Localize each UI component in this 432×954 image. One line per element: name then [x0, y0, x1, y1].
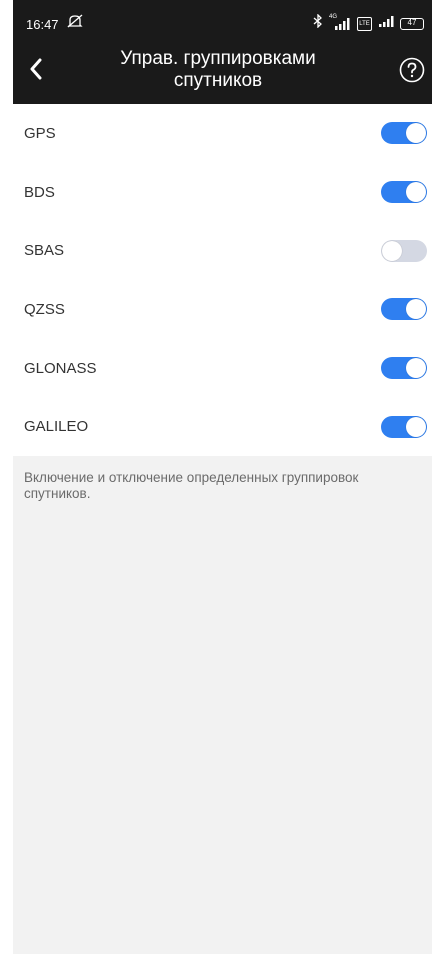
help-button[interactable] — [398, 57, 426, 88]
battery-level: 47 — [407, 17, 417, 27]
screen: 16:47 4G LTE 47 Управ. группировками спу… — [13, 0, 432, 954]
help-note: Включение и отключение определенных груп… — [24, 470, 359, 501]
toggle-switch[interactable] — [381, 122, 427, 145]
toggle-knob — [406, 182, 426, 203]
list-item-label: GLONASS — [24, 359, 97, 377]
toggle-switch[interactable] — [381, 357, 427, 380]
constellation-list: GPS BDS SBAS QZSS GLONASS GALILEO — [13, 104, 432, 457]
signal-icon: 4G — [329, 14, 351, 31]
list-item-gps: GPS — [13, 104, 432, 163]
toggle-knob — [406, 416, 426, 437]
toggle-knob — [382, 240, 402, 261]
list-item-qzss: QZSS — [13, 280, 432, 339]
battery-icon: 47 — [400, 17, 424, 30]
signal-icon — [378, 14, 394, 33]
chevron-left-icon — [29, 58, 43, 85]
list-item-label: BDS — [24, 183, 55, 201]
toggle-knob — [406, 123, 426, 144]
back-button[interactable] — [21, 56, 51, 86]
list-item-glonass: GLONASS — [13, 339, 432, 398]
status-icons: 4G LTE 47 — [313, 13, 424, 33]
list-item-label: QZSS — [24, 300, 65, 318]
question-circle-icon — [399, 57, 425, 88]
status-time: 16:47 — [26, 17, 59, 32]
toggle-switch[interactable] — [381, 415, 427, 438]
toggle-switch[interactable] — [381, 298, 427, 321]
list-item-label: GALILEO — [24, 418, 89, 436]
lte-icon: LTE — [357, 16, 372, 31]
nav-bar: Управ. группировками спутников — [13, 42, 432, 104]
list-item-galileo: GALILEO — [13, 397, 432, 456]
mute-icon — [66, 13, 84, 34]
page-title: Управ. группировками спутников — [120, 48, 316, 91]
list-item-label: SBAS — [24, 242, 65, 260]
toggle-knob — [406, 299, 426, 320]
list-item-bds: BDS — [13, 163, 432, 222]
toggle-knob — [406, 358, 426, 379]
list-item-sbas: SBAS — [13, 221, 432, 280]
toggle-switch[interactable] — [381, 181, 427, 204]
list-item-label: GPS — [24, 124, 56, 142]
status-bar: 16:47 4G LTE 47 — [13, 0, 432, 42]
toggle-switch[interactable] — [381, 239, 427, 262]
top-bar: 16:47 4G LTE 47 Управ. группировками спу… — [13, 0, 432, 104]
bluetooth-icon — [313, 13, 323, 33]
